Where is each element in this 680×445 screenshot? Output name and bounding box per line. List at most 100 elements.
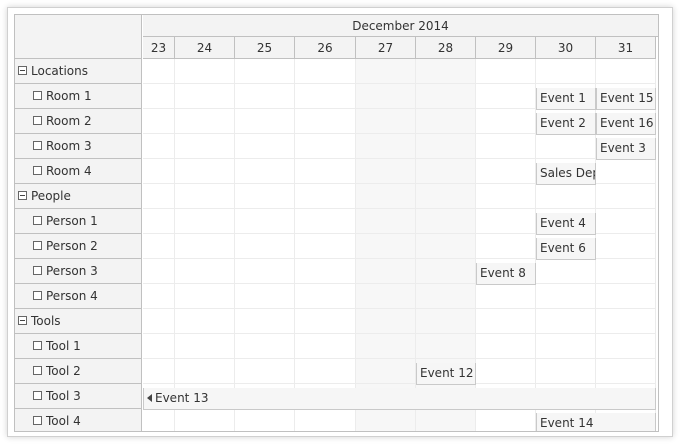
event-event-3[interactable]: Event 3 bbox=[596, 138, 656, 160]
group-row-people[interactable]: People bbox=[15, 184, 142, 209]
grid-cell[interactable] bbox=[175, 109, 235, 134]
resource-row-tool-2[interactable]: Tool 2 bbox=[15, 359, 142, 384]
checkbox-icon[interactable] bbox=[33, 91, 42, 100]
resource-row-tool-1[interactable]: Tool 1 bbox=[15, 334, 142, 359]
resource-row-room-1[interactable]: Room 1 bbox=[15, 84, 142, 109]
event-event-1[interactable]: Event 1 bbox=[536, 88, 596, 110]
grid-cell[interactable] bbox=[416, 259, 476, 284]
grid-cell[interactable] bbox=[235, 59, 295, 84]
grid-cell[interactable] bbox=[596, 159, 656, 184]
collapse-icon[interactable] bbox=[18, 316, 27, 325]
grid-cell[interactable] bbox=[596, 334, 656, 359]
grid-cell[interactable] bbox=[175, 259, 235, 284]
grid-cell[interactable] bbox=[356, 334, 416, 359]
grid-cell[interactable] bbox=[235, 134, 295, 159]
grid-cell[interactable] bbox=[235, 234, 295, 259]
grid-cell[interactable] bbox=[175, 359, 235, 384]
grid-cell[interactable] bbox=[536, 309, 596, 334]
checkbox-icon[interactable] bbox=[33, 416, 42, 425]
grid-cell[interactable] bbox=[175, 134, 235, 159]
event-event-8[interactable]: Event 8 bbox=[476, 263, 536, 285]
grid-cell[interactable] bbox=[295, 84, 356, 109]
grid-cell[interactable] bbox=[143, 309, 175, 334]
grid-cell[interactable] bbox=[175, 59, 235, 84]
group-row-locations[interactable]: Locations bbox=[15, 59, 142, 84]
grid-cell[interactable] bbox=[476, 209, 536, 234]
grid-cell[interactable] bbox=[235, 159, 295, 184]
grid-cell[interactable] bbox=[143, 409, 175, 431]
grid-cell[interactable] bbox=[476, 234, 536, 259]
grid-cell[interactable] bbox=[175, 284, 235, 309]
grid-cell[interactable] bbox=[416, 409, 476, 431]
resource-row-person-4[interactable]: Person 4 bbox=[15, 284, 142, 309]
grid-cell[interactable] bbox=[143, 259, 175, 284]
resource-row-tool-3[interactable]: Tool 3 bbox=[15, 384, 142, 409]
group-row-tools[interactable]: Tools bbox=[15, 309, 142, 334]
grid-cell[interactable] bbox=[476, 159, 536, 184]
checkbox-icon[interactable] bbox=[33, 391, 42, 400]
event-event-14[interactable]: Event 14 bbox=[536, 413, 656, 431]
collapse-icon[interactable] bbox=[18, 191, 27, 200]
grid-cell[interactable] bbox=[476, 359, 536, 384]
grid-cell[interactable] bbox=[596, 309, 656, 334]
grid-cell[interactable] bbox=[476, 309, 536, 334]
grid-cell[interactable] bbox=[295, 334, 356, 359]
grid-cell[interactable] bbox=[295, 159, 356, 184]
grid-cell[interactable] bbox=[295, 359, 356, 384]
resource-row-person-3[interactable]: Person 3 bbox=[15, 259, 142, 284]
grid-cell[interactable] bbox=[295, 409, 356, 431]
grid-cell[interactable] bbox=[295, 209, 356, 234]
checkbox-icon[interactable] bbox=[33, 166, 42, 175]
grid-cell[interactable] bbox=[416, 109, 476, 134]
grid-cell[interactable] bbox=[356, 59, 416, 84]
grid-cell[interactable] bbox=[476, 284, 536, 309]
grid-cell[interactable] bbox=[416, 234, 476, 259]
grid-cell[interactable] bbox=[356, 259, 416, 284]
grid-cell[interactable] bbox=[356, 84, 416, 109]
grid-cell[interactable] bbox=[143, 159, 175, 184]
grid-cell[interactable] bbox=[596, 184, 656, 209]
grid-cell[interactable] bbox=[596, 359, 656, 384]
checkbox-icon[interactable] bbox=[33, 341, 42, 350]
grid-cell[interactable] bbox=[295, 234, 356, 259]
grid-cell[interactable] bbox=[235, 284, 295, 309]
timeline-grid[interactable]: Event 1 Event 15 Event 2 Event 16 Event 3 Sal… bbox=[143, 59, 658, 431]
grid-cell[interactable] bbox=[596, 59, 656, 84]
checkbox-icon[interactable] bbox=[33, 141, 42, 150]
grid-cell[interactable] bbox=[356, 234, 416, 259]
grid-cell[interactable] bbox=[143, 84, 175, 109]
grid-cell[interactable] bbox=[476, 134, 536, 159]
grid-cell[interactable] bbox=[143, 234, 175, 259]
grid-cell[interactable] bbox=[476, 59, 536, 84]
grid-cell[interactable] bbox=[143, 134, 175, 159]
grid-cell[interactable] bbox=[536, 284, 596, 309]
event-event-13[interactable]: Event 13 bbox=[143, 388, 656, 410]
grid-cell[interactable] bbox=[416, 59, 476, 84]
grid-cell[interactable] bbox=[175, 84, 235, 109]
grid-cell[interactable] bbox=[295, 259, 356, 284]
grid-cell[interactable] bbox=[295, 59, 356, 84]
grid-cell[interactable] bbox=[175, 334, 235, 359]
grid-cell[interactable] bbox=[536, 259, 596, 284]
grid-cell[interactable] bbox=[235, 109, 295, 134]
grid-cell[interactable] bbox=[295, 184, 356, 209]
event-event-2[interactable]: Event 2 bbox=[536, 113, 596, 135]
checkbox-icon[interactable] bbox=[33, 266, 42, 275]
resource-row-tool-4[interactable]: Tool 4 bbox=[15, 409, 142, 431]
grid-cell[interactable] bbox=[295, 109, 356, 134]
grid-cell[interactable] bbox=[536, 334, 596, 359]
grid-cell[interactable] bbox=[416, 159, 476, 184]
grid-cell[interactable] bbox=[235, 359, 295, 384]
grid-cell[interactable] bbox=[143, 284, 175, 309]
grid-cell[interactable] bbox=[416, 84, 476, 109]
grid-cell[interactable] bbox=[416, 334, 476, 359]
grid-cell[interactable] bbox=[356, 359, 416, 384]
grid-cell[interactable] bbox=[416, 134, 476, 159]
grid-cell[interactable] bbox=[596, 209, 656, 234]
resource-row-person-2[interactable]: Person 2 bbox=[15, 234, 142, 259]
grid-cell[interactable] bbox=[235, 184, 295, 209]
checkbox-icon[interactable] bbox=[33, 241, 42, 250]
grid-cell[interactable] bbox=[235, 409, 295, 431]
event-event-12[interactable]: Event 12 bbox=[416, 363, 476, 385]
grid-cell[interactable] bbox=[175, 234, 235, 259]
